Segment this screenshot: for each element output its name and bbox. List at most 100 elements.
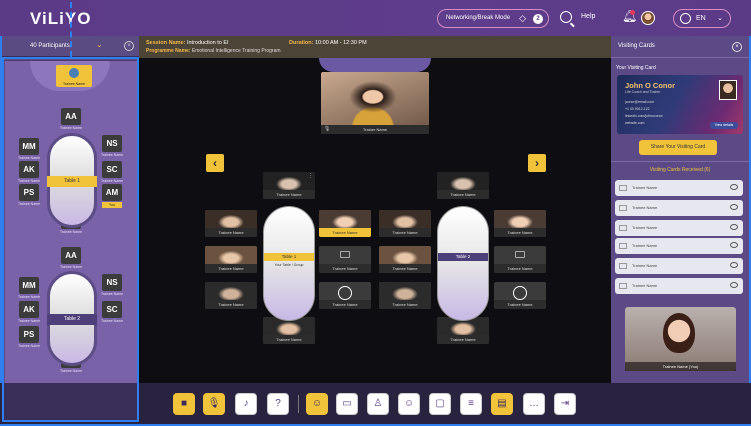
card-icon [619, 185, 627, 191]
networking-mode-button[interactable]: Networking/Break Mode ◇ 2 [437, 9, 549, 28]
seat-ak[interactable]: AK [19, 161, 39, 178]
help-link[interactable]: Help [581, 13, 595, 20]
seat-ns[interactable]: NS [102, 135, 122, 152]
share-card-button[interactable]: Share Your Visiting Card [639, 140, 717, 155]
received-card-row[interactable]: Trainee Name [615, 258, 743, 274]
received-card-row[interactable]: Trainee Name [615, 180, 743, 196]
trainee-video-tile[interactable]: Trainee Name [319, 210, 371, 237]
trainee-video-tile[interactable]: Trainee Name [263, 317, 315, 344]
table-1-label: Table 1 [47, 176, 97, 187]
table-1[interactable]: Table 1 [47, 133, 97, 228]
host-name: Trainee Name [62, 82, 86, 86]
visiting-card-icon[interactable]: ▤ [491, 393, 513, 415]
seat-ps[interactable]: PS [19, 184, 39, 201]
trainee-video-tile[interactable]: Trainee Name [205, 210, 257, 237]
divider [611, 161, 749, 162]
stage-table-1[interactable]: Table 1 Your Table / Group [263, 206, 315, 321]
mic-icon: 🎙︎ [324, 126, 331, 132]
visiting-card[interactable]: John O Conor Life Coach and Trainer jcon… [617, 75, 743, 134]
close-icon[interactable]: × [124, 41, 134, 51]
more-icon[interactable]: ⋮ [308, 173, 313, 179]
eye-icon[interactable] [730, 224, 738, 230]
seat-sc[interactable]: SC [102, 301, 122, 318]
camera-icon[interactable]: ■ [173, 393, 195, 415]
next-arrow-button[interactable]: › [528, 154, 546, 172]
seat-aa[interactable]: AA [61, 108, 81, 125]
trainee-video-tile[interactable]: Trainee Name [379, 210, 431, 237]
received-name: Trainee Name [632, 205, 658, 210]
speaker-icon[interactable]: ♪ [235, 393, 257, 415]
received-card-row[interactable]: Trainee Name [615, 220, 743, 236]
trainer-video-tile[interactable]: Trainer Name 🎙︎ [321, 72, 429, 134]
language-selector[interactable]: EN ⌄ [673, 9, 731, 28]
eye-icon[interactable] [730, 262, 738, 268]
emoji-icon[interactable]: ☺ [398, 393, 420, 415]
received-name: Trainee Name [632, 225, 658, 230]
seat-mm[interactable]: MM [19, 277, 39, 294]
more-icon[interactable]: … [523, 393, 545, 415]
trainee-video-tile[interactable]: Trainee Name [494, 282, 546, 309]
trainee-video-tile[interactable]: Trainee Name ⋮ [263, 172, 315, 199]
card-email: jconor@email.com [625, 100, 655, 104]
whiteboard-icon[interactable]: ▭ [336, 393, 358, 415]
seat-name: Trainee Name [17, 344, 41, 348]
self-video-tile[interactable]: Trainee Name (You) [625, 307, 736, 371]
leave-icon[interactable]: ⇥ [554, 393, 576, 415]
card-icon [619, 225, 627, 231]
seat-mm[interactable]: MM [19, 138, 39, 155]
trainee-video-tile[interactable]: Trainee Name [494, 246, 546, 273]
eye-icon[interactable] [730, 282, 738, 288]
close-icon[interactable]: × [732, 42, 742, 52]
seat-am[interactable]: AM [102, 184, 122, 201]
received-card-row[interactable]: Trainee Name [615, 278, 743, 294]
person-icon [334, 286, 356, 309]
seat-name: Trainee Name [17, 295, 41, 299]
trainee-video-tile[interactable]: Trainee Name [437, 317, 489, 344]
seat-name: Trainee Name [17, 202, 41, 206]
eye-icon[interactable] [730, 242, 738, 248]
eye-icon[interactable] [730, 204, 738, 210]
avatar[interactable] [641, 11, 655, 25]
trainee-video-tile[interactable]: Trainee Name [205, 282, 257, 309]
mic-icon[interactable]: 🎙︎ [203, 393, 225, 415]
trainee-name: Trainee Name [319, 264, 371, 273]
received-card-row[interactable]: Trainee Name [615, 238, 743, 254]
seat-name: Trainee Name [100, 319, 124, 323]
seat-sc[interactable]: SC [102, 161, 122, 178]
trainee-video-tile[interactable]: Trainee Name [494, 210, 546, 237]
trainee-video-tile[interactable]: Trainee Name [437, 172, 489, 199]
trainee-video-tile[interactable]: Trainee Name [319, 282, 371, 309]
you-tag: You [102, 202, 122, 208]
table-2[interactable]: Table 2 [47, 271, 97, 366]
trainee-video-tile[interactable]: Trainee Name [379, 282, 431, 309]
your-table-caption: Your Table / Group [274, 263, 304, 267]
search-icon[interactable] [560, 11, 572, 23]
seat-aa[interactable]: AA [61, 247, 81, 264]
trainee-video-tile[interactable]: Trainee Name [379, 246, 431, 273]
seat-ps[interactable]: PS [19, 326, 39, 343]
seat-ak[interactable]: AK [19, 301, 39, 318]
self-name: Trainee Name (You) [625, 362, 736, 371]
trainee-name: Trainee Name [437, 190, 489, 199]
chevron-down-icon[interactable]: ⌄ [96, 40, 103, 49]
received-card-row[interactable]: Trainee Name [615, 200, 743, 216]
trainer-icon[interactable]: ♙ [367, 393, 389, 415]
camera-off-icon [515, 251, 525, 258]
trainee-video-tile[interactable]: Trainee Name [205, 246, 257, 273]
participants-header[interactable]: 40 Participants ⌄ × [2, 36, 139, 57]
notes-icon[interactable]: ≡ [460, 393, 482, 415]
seat-ns[interactable]: NS [102, 274, 122, 291]
help-icon[interactable]: ? [267, 393, 289, 415]
seat-name: Trainee Name [59, 230, 83, 234]
seat-name: Trainee Name [17, 319, 41, 323]
trainee-video-tile[interactable]: Trainee Name [319, 246, 371, 273]
session-name-label: Session Name: [146, 40, 186, 46]
participants-icon[interactable]: ☺ [306, 393, 328, 415]
view-details-button[interactable]: View details [710, 122, 738, 129]
person-icon [509, 286, 531, 309]
host-seat[interactable]: Trainee Name [56, 65, 92, 87]
prev-arrow-button[interactable]: ‹ [206, 154, 224, 172]
stage-table-2[interactable]: Table 2 [437, 206, 489, 321]
eye-icon[interactable] [730, 184, 738, 190]
chat-icon[interactable]: ▢ [429, 393, 451, 415]
